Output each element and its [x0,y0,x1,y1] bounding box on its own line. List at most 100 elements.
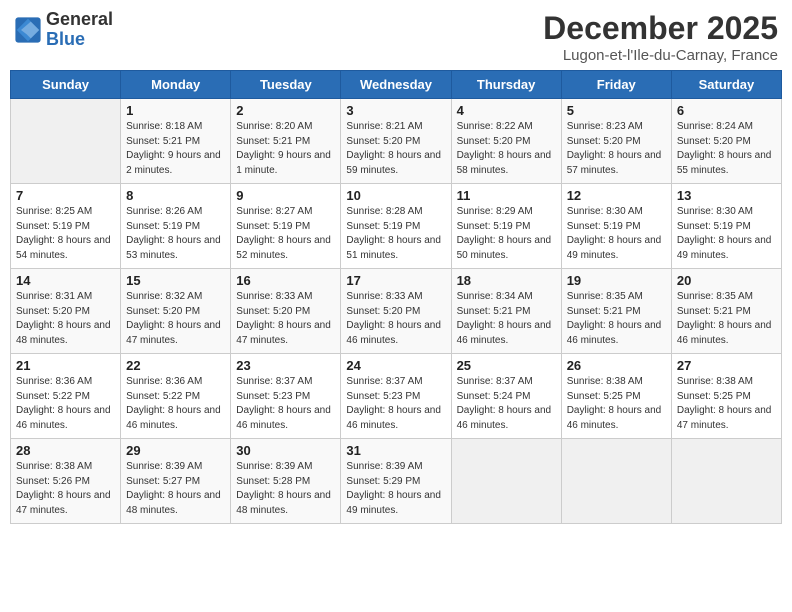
weekday-header-sunday: Sunday [11,71,121,99]
calendar-cell: 3 Sunrise: 8:21 AMSunset: 5:20 PMDayligh… [341,99,451,184]
day-number: 24 [346,358,445,373]
day-info: Sunrise: 8:35 AMSunset: 5:21 PMDaylight:… [567,290,666,348]
calendar-cell: 15 Sunrise: 8:32 AMSunset: 5:20 PMDaylig… [121,269,231,354]
day-info: Sunrise: 8:35 AMSunset: 5:21 PMDaylight:… [677,290,776,348]
calendar-cell: 21 Sunrise: 8:36 AMSunset: 5:22 PMDaylig… [11,354,121,439]
day-number: 2 [236,103,335,118]
day-info: Sunrise: 8:20 AMSunset: 5:21 PMDaylight:… [236,120,335,178]
calendar-cell: 28 Sunrise: 8:38 AMSunset: 5:26 PMDaylig… [11,439,121,524]
day-number: 28 [16,443,115,458]
day-info: Sunrise: 8:27 AMSunset: 5:19 PMDaylight:… [236,205,335,263]
day-info: Sunrise: 8:22 AMSunset: 5:20 PMDaylight:… [457,120,556,178]
calendar-cell: 17 Sunrise: 8:33 AMSunset: 5:20 PMDaylig… [341,269,451,354]
day-info: Sunrise: 8:36 AMSunset: 5:22 PMDaylight:… [16,375,115,433]
day-info: Sunrise: 8:38 AMSunset: 5:25 PMDaylight:… [677,375,776,433]
day-number: 8 [126,188,225,203]
logo-icon [14,16,42,44]
weekday-header-friday: Friday [561,71,671,99]
day-info: Sunrise: 8:38 AMSunset: 5:26 PMDaylight:… [16,460,115,518]
calendar-cell [671,439,781,524]
day-info: Sunrise: 8:34 AMSunset: 5:21 PMDaylight:… [457,290,556,348]
calendar-cell: 30 Sunrise: 8:39 AMSunset: 5:28 PMDaylig… [231,439,341,524]
weekday-header-monday: Monday [121,71,231,99]
calendar-cell: 7 Sunrise: 8:25 AMSunset: 5:19 PMDayligh… [11,184,121,269]
calendar-table: SundayMondayTuesdayWednesdayThursdayFrid… [10,70,782,524]
calendar-cell: 25 Sunrise: 8:37 AMSunset: 5:24 PMDaylig… [451,354,561,439]
day-number: 14 [16,273,115,288]
calendar-cell: 13 Sunrise: 8:30 AMSunset: 5:19 PMDaylig… [671,184,781,269]
day-number: 6 [677,103,776,118]
day-info: Sunrise: 8:37 AMSunset: 5:23 PMDaylight:… [236,375,335,433]
calendar-cell: 11 Sunrise: 8:29 AMSunset: 5:19 PMDaylig… [451,184,561,269]
day-number: 19 [567,273,666,288]
day-number: 13 [677,188,776,203]
day-info: Sunrise: 8:37 AMSunset: 5:24 PMDaylight:… [457,375,556,433]
calendar-cell: 18 Sunrise: 8:34 AMSunset: 5:21 PMDaylig… [451,269,561,354]
calendar-week-5: 28 Sunrise: 8:38 AMSunset: 5:26 PMDaylig… [11,439,782,524]
day-number: 10 [346,188,445,203]
day-number: 15 [126,273,225,288]
calendar-cell [561,439,671,524]
day-info: Sunrise: 8:26 AMSunset: 5:19 PMDaylight:… [126,205,225,263]
day-info: Sunrise: 8:32 AMSunset: 5:20 PMDaylight:… [126,290,225,348]
calendar-cell: 24 Sunrise: 8:37 AMSunset: 5:23 PMDaylig… [341,354,451,439]
calendar-week-1: 1 Sunrise: 8:18 AMSunset: 5:21 PMDayligh… [11,99,782,184]
day-info: Sunrise: 8:39 AMSunset: 5:29 PMDaylight:… [346,460,445,518]
day-number: 16 [236,273,335,288]
calendar-cell: 12 Sunrise: 8:30 AMSunset: 5:19 PMDaylig… [561,184,671,269]
day-number: 11 [457,188,556,203]
calendar-cell: 2 Sunrise: 8:20 AMSunset: 5:21 PMDayligh… [231,99,341,184]
calendar-cell: 22 Sunrise: 8:36 AMSunset: 5:22 PMDaylig… [121,354,231,439]
day-number: 23 [236,358,335,373]
weekday-header-row: SundayMondayTuesdayWednesdayThursdayFrid… [11,71,782,99]
day-info: Sunrise: 8:24 AMSunset: 5:20 PMDaylight:… [677,120,776,178]
calendar-cell: 16 Sunrise: 8:33 AMSunset: 5:20 PMDaylig… [231,269,341,354]
day-info: Sunrise: 8:18 AMSunset: 5:21 PMDaylight:… [126,120,225,178]
day-info: Sunrise: 8:38 AMSunset: 5:25 PMDaylight:… [567,375,666,433]
day-number: 9 [236,188,335,203]
page-header: General Blue December 2025 Lugon-et-l'Il… [10,10,782,64]
day-number: 25 [457,358,556,373]
day-info: Sunrise: 8:33 AMSunset: 5:20 PMDaylight:… [236,290,335,348]
day-number: 29 [126,443,225,458]
calendar-week-2: 7 Sunrise: 8:25 AMSunset: 5:19 PMDayligh… [11,184,782,269]
day-info: Sunrise: 8:39 AMSunset: 5:28 PMDaylight:… [236,460,335,518]
logo-text: General Blue [46,10,113,50]
day-info: Sunrise: 8:23 AMSunset: 5:20 PMDaylight:… [567,120,666,178]
calendar-cell: 8 Sunrise: 8:26 AMSunset: 5:19 PMDayligh… [121,184,231,269]
day-number: 30 [236,443,335,458]
day-info: Sunrise: 8:33 AMSunset: 5:20 PMDaylight:… [346,290,445,348]
day-number: 5 [567,103,666,118]
calendar-cell: 10 Sunrise: 8:28 AMSunset: 5:19 PMDaylig… [341,184,451,269]
title-block: December 2025 Lugon-et-l'Ile-du-Carnay, … [543,10,778,64]
calendar-cell: 19 Sunrise: 8:35 AMSunset: 5:21 PMDaylig… [561,269,671,354]
day-number: 31 [346,443,445,458]
calendar-cell: 23 Sunrise: 8:37 AMSunset: 5:23 PMDaylig… [231,354,341,439]
day-info: Sunrise: 8:36 AMSunset: 5:22 PMDaylight:… [126,375,225,433]
day-info: Sunrise: 8:29 AMSunset: 5:19 PMDaylight:… [457,205,556,263]
day-number: 4 [457,103,556,118]
day-number: 17 [346,273,445,288]
day-number: 27 [677,358,776,373]
day-info: Sunrise: 8:31 AMSunset: 5:20 PMDaylight:… [16,290,115,348]
day-number: 1 [126,103,225,118]
weekday-header-thursday: Thursday [451,71,561,99]
calendar-cell: 26 Sunrise: 8:38 AMSunset: 5:25 PMDaylig… [561,354,671,439]
day-number: 18 [457,273,556,288]
day-number: 22 [126,358,225,373]
day-info: Sunrise: 8:28 AMSunset: 5:19 PMDaylight:… [346,205,445,263]
logo: General Blue [14,10,113,50]
day-number: 12 [567,188,666,203]
day-number: 3 [346,103,445,118]
calendar-week-3: 14 Sunrise: 8:31 AMSunset: 5:20 PMDaylig… [11,269,782,354]
day-info: Sunrise: 8:39 AMSunset: 5:27 PMDaylight:… [126,460,225,518]
calendar-cell [11,99,121,184]
calendar-cell: 27 Sunrise: 8:38 AMSunset: 5:25 PMDaylig… [671,354,781,439]
weekday-header-saturday: Saturday [671,71,781,99]
day-info: Sunrise: 8:25 AMSunset: 5:19 PMDaylight:… [16,205,115,263]
day-info: Sunrise: 8:30 AMSunset: 5:19 PMDaylight:… [677,205,776,263]
day-info: Sunrise: 8:37 AMSunset: 5:23 PMDaylight:… [346,375,445,433]
weekday-header-tuesday: Tuesday [231,71,341,99]
location-subtitle: Lugon-et-l'Ile-du-Carnay, France [543,47,778,64]
calendar-cell: 29 Sunrise: 8:39 AMSunset: 5:27 PMDaylig… [121,439,231,524]
